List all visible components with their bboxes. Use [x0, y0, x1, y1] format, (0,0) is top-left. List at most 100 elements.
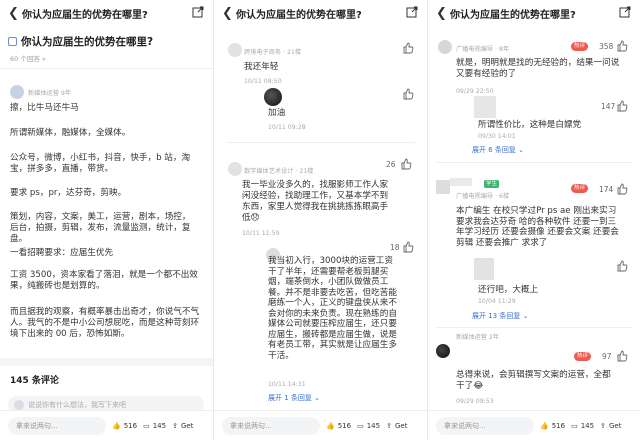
thumbs-up-icon[interactable] [402, 88, 414, 100]
answer-paragraph: 而且据我的观察，有概率暴击出奇才，你说气不气人。我气的不是中小公司想屁吃，而是这… [10, 307, 200, 339]
comment-icon: ▭ [357, 421, 364, 430]
avatar[interactable] [436, 180, 450, 194]
share-icon: ⇪ [600, 421, 606, 430]
share-icon[interactable] [405, 6, 419, 20]
get-label: Get [180, 421, 194, 430]
get-button[interactable]: ⇪ Get [600, 422, 621, 430]
reply-input[interactable]: 拿来说两句... [222, 416, 320, 435]
thumbs-up-icon[interactable] [400, 158, 412, 170]
answer-paragraph: 工资 3500，资本家看了落泪，就是一个都不出效果，纯搬砖也是划算的。 [10, 270, 198, 291]
bottom-bar: 拿来说两句... 👍 516 ▭ 145 ⇪ Get [428, 410, 640, 440]
comment-icon: ▭ [143, 421, 150, 430]
comment-placeholder: 说说你有什么想法，我写下来吧 [28, 401, 126, 409]
share-icon: ⇪ [172, 421, 178, 430]
thumbs-up-icon[interactable] [616, 183, 628, 195]
comment-text: 所谓性价比，这种是白嫖党 [478, 120, 582, 130]
top-bar: ❮ 你认为应届生的优势在哪里? [428, 0, 640, 26]
comment-count: 145 [366, 421, 381, 430]
expand-replies[interactable]: 展开 1 条回复 ⌄ [268, 393, 320, 403]
thumbs-up-icon[interactable] [402, 241, 414, 253]
hot-badge: 热评 [571, 42, 589, 51]
share-icon[interactable] [618, 6, 632, 20]
answer-paragraph: 要求 ps，pr，达芬奇，剪映。 [10, 188, 127, 198]
avatar[interactable] [474, 96, 496, 118]
bottom-bar: 拿来说两句... 👍 516 ▭ 145 ⇪ Get [0, 410, 213, 440]
hot-badge: 热评 [571, 184, 589, 193]
thumbs-up-icon[interactable] [616, 40, 628, 52]
author-meta: 新媒体运营 9年 [28, 90, 72, 97]
thumbs-up-icon[interactable] [616, 260, 628, 272]
like-count: 147 [601, 102, 616, 111]
comment-meta: 跨境电子商务 · 21楼 [244, 49, 302, 56]
reply-input[interactable]: 拿来说两句... [8, 416, 106, 435]
comment-button[interactable]: ▭ 145 [143, 422, 166, 430]
comment-thread-panel: ❮ 你认为应届生的优势在哪里? 广播电视编导 · 8年 热评 358 就是，明明… [427, 0, 640, 440]
like-button[interactable]: 👍 516 [112, 422, 137, 430]
avatar[interactable] [436, 344, 450, 358]
comment-meta: 数字媒体艺术设计 · 21楼 [244, 168, 314, 175]
like-count: 174 [599, 185, 614, 194]
comment-meta: 新媒体运营 2年 [456, 334, 500, 341]
thumbs-up-icon[interactable] [616, 100, 628, 112]
hot-badge: 热评 [574, 352, 592, 361]
comment-time: 09/30 14:01 [478, 133, 516, 140]
share-icon: ⇪ [386, 421, 392, 430]
comment-time: 10/11 09:28 [268, 124, 306, 131]
student-badge: 学生 [484, 180, 500, 188]
avatar[interactable] [474, 258, 494, 280]
answer-paragraph: 一看招聘要求：应届生优先 [10, 248, 114, 258]
thumbs-up-icon: 👍 [112, 421, 121, 430]
like-count: 516 [123, 421, 138, 430]
back-icon[interactable]: ❮ [8, 6, 22, 21]
top-bar: ❮ 你认为应届生的优势在哪里? [214, 0, 427, 26]
thumbs-up-icon: 👍 [540, 421, 549, 430]
avatar[interactable] [228, 162, 242, 176]
expand-replies[interactable]: 展开 13 条回复 ⌄ [472, 311, 528, 321]
comment-button[interactable]: ▭ 145 [571, 422, 594, 430]
thumbs-up-icon[interactable] [616, 350, 628, 362]
avatar[interactable] [438, 40, 452, 54]
comment-meta: 广播电视编导 · 6楼 [456, 193, 510, 200]
like-count: 26 [386, 160, 396, 169]
like-button[interactable]: 👍 516 [326, 422, 351, 430]
question-icon [8, 37, 17, 46]
answer-paragraph: 策划，内容，文案，美工，运营，剧本，场控，后台，拍摄，剪辑，发布，流量监测，统计… [10, 212, 191, 244]
comment-text: 还行吧，大概上 [478, 285, 539, 295]
avatar[interactable] [264, 88, 282, 106]
avatar[interactable] [10, 85, 24, 99]
get-label: Get [394, 421, 408, 430]
avatar[interactable] [228, 43, 242, 57]
back-icon[interactable]: ❮ [222, 6, 236, 21]
get-button[interactable]: ⇪ Get [172, 422, 193, 430]
comment-time: 10/11 11:59 [242, 230, 280, 237]
answer-paragraph: 公众号，微博，小红书，抖音，快手，b 站，淘宝，拼多多，直播，带货。 [10, 153, 191, 174]
like-count: 358 [599, 42, 614, 51]
comment-time: 10/11 08:50 [244, 78, 282, 85]
comment-time: 09/29 09:53 [456, 398, 494, 405]
share-icon[interactable] [191, 6, 205, 20]
comment-count: 145 [152, 421, 167, 430]
like-count: 18 [390, 243, 400, 252]
back-icon[interactable]: ❮ [436, 6, 450, 21]
avatar [14, 400, 24, 410]
question-title: 你认为应届生的优势在哪里? [21, 36, 154, 48]
comment-button[interactable]: ▭ 145 [357, 422, 380, 430]
comment-meta: 广播电视编导 · 8年 [456, 46, 510, 53]
avatar-badge [450, 178, 472, 186]
answer-paragraph: 擦，比牛马还牛马 [10, 103, 79, 113]
like-count: 97 [602, 352, 612, 361]
comment-icon: ▭ [571, 421, 578, 430]
expand-replies[interactable]: 展开 6 条回复 ⌄ [472, 145, 524, 155]
comment-text: 加油 [268, 108, 286, 118]
answer-count[interactable]: 60 个回答 » [10, 53, 46, 63]
comment-count: 145 [580, 421, 595, 430]
like-button[interactable]: 👍 516 [540, 422, 565, 430]
comment-text: 我还年轻 [244, 62, 279, 72]
bottom-bar: 拿来说两句... 👍 516 ▭ 145 ⇪ Get [214, 410, 427, 440]
thumbs-up-icon[interactable] [402, 42, 414, 54]
comment-time: 09/29 22:50 [456, 88, 494, 95]
like-count: 516 [337, 421, 352, 430]
reply-input[interactable]: 拿来说两句... [436, 416, 534, 435]
answer-paragraph: 所谓新媒体，融媒体，全媒体。 [10, 128, 131, 138]
get-button[interactable]: ⇪ Get [386, 422, 407, 430]
